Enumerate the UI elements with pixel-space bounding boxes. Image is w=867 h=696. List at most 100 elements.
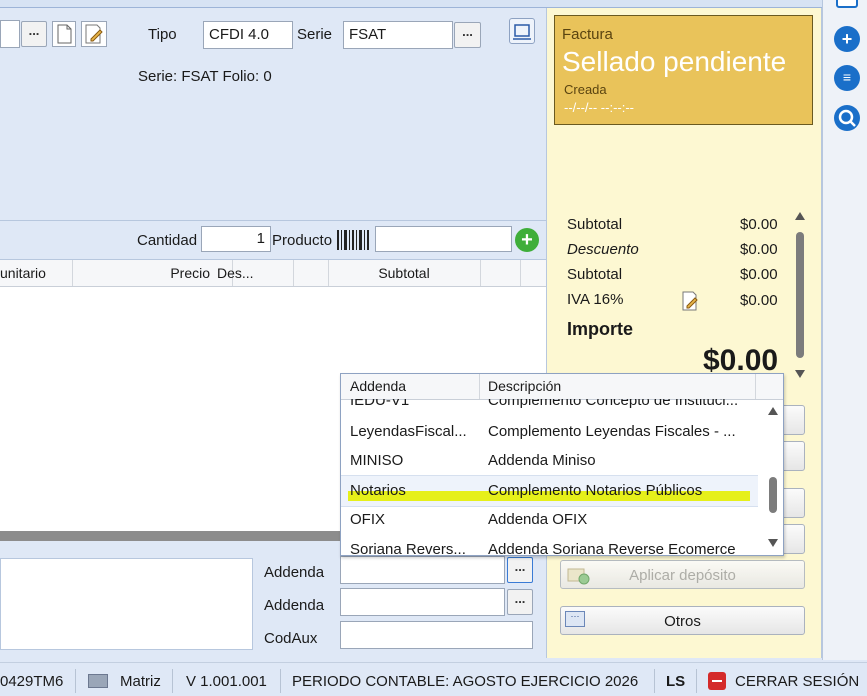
column-header-descuento[interactable]: Des... <box>210 260 294 286</box>
codaux-field[interactable] <box>340 621 533 649</box>
producto-field[interactable] <box>375 226 512 252</box>
addenda-field-2[interactable] <box>340 588 505 616</box>
status-substate: Creada <box>564 82 607 97</box>
invoice-status-card: Factura Sellado pendiente Creada --/--/-… <box>554 15 813 125</box>
barcode-icon[interactable] <box>336 229 372 251</box>
footer-separator <box>654 669 655 693</box>
client-lookup-button[interactable]: ... <box>21 21 47 47</box>
doc-type-label: Factura <box>562 26 613 43</box>
dropdown-scroll-thumb[interactable] <box>769 477 777 513</box>
totals-descuento-label: Descuento <box>567 241 639 258</box>
add-product-icon[interactable]: + <box>515 228 539 252</box>
addenda-name: OFIX <box>350 511 386 528</box>
addenda-description: Addenda Soriana Reverse Ecomerce <box>488 541 736 556</box>
addenda-dropdown[interactable]: Addenda Descripción IEDU-V1 Complemento C… <box>340 373 784 556</box>
totals-subtotal-value: $0.00 <box>740 216 778 233</box>
edit-tax-icon[interactable] <box>680 290 700 312</box>
footer-code: 0429TM6 <box>0 673 64 690</box>
addenda-name: Soriana Revers... <box>350 541 466 556</box>
footer-separator <box>172 669 173 693</box>
addenda-description: Addenda Miniso <box>488 452 596 469</box>
checkbox-icon[interactable] <box>836 0 858 8</box>
list-item[interactable]: MINISO Addenda Miniso <box>341 446 758 476</box>
footer-periodo: PERIODO CONTABLE: AGOSTO EJERCICIO 2026 <box>292 673 639 690</box>
computer-icon <box>88 674 108 688</box>
footer-user: LS <box>666 673 686 690</box>
dropdown-header: Addenda Descripción <box>341 374 783 400</box>
addenda-description: Addenda OFIX <box>488 511 588 528</box>
list-item[interactable]: OFIX Addenda OFIX <box>341 505 758 535</box>
cantidad-field[interactable]: 1 <box>201 226 271 252</box>
totals-subtotal2-value: $0.00 <box>740 266 778 283</box>
aplicar-deposito-label: Aplicar depósito <box>629 567 736 584</box>
column-header-extra[interactable] <box>480 260 521 286</box>
totals-scrollbar[interactable] <box>793 212 807 382</box>
producto-label: Producto <box>272 232 333 249</box>
cantidad-label: Cantidad <box>137 232 198 249</box>
dropdown-list: IEDU-V1 Complemento Concepto de Instituci… <box>341 399 783 556</box>
dropdown-scroll-down-icon[interactable] <box>768 539 778 547</box>
add-icon[interactable]: + <box>834 26 860 52</box>
logout-icon[interactable] <box>708 672 726 690</box>
importe-label: Importe <box>567 319 634 339</box>
totals-subtotal2-label: Subtotal <box>567 266 623 283</box>
addenda-description: Complemento Concepto de Instituci... <box>488 399 739 409</box>
serie-folio-text: Serie: FSAT Folio: 0 <box>138 68 272 85</box>
addenda-lookup-button-1[interactable]: ... <box>507 557 533 583</box>
addenda-name: MINISO <box>350 452 404 469</box>
right-toolbar <box>822 0 867 660</box>
totals-descuento-value: $0.00 <box>740 241 778 258</box>
column-header-subtotal[interactable]: Subtotal <box>328 260 481 286</box>
scroll-down-icon[interactable] <box>795 370 805 378</box>
aplicar-deposito-button[interactable]: Aplicar depósito <box>560 560 805 589</box>
dropdown-scrollbar[interactable] <box>766 403 780 553</box>
serie-field[interactable]: FSAT <box>343 21 453 49</box>
footer-branch: Matriz <box>120 673 161 690</box>
client-field[interactable] <box>0 20 20 48</box>
notes-textarea[interactable] <box>0 558 253 650</box>
grid-header: unitario Precio Des... Subtotal <box>0 260 546 287</box>
addenda-field-1[interactable] <box>340 556 505 584</box>
status-bar: 0429TM6 Matriz V 1.001.001 PERIODO CONTA… <box>0 662 867 696</box>
serie-lookup-button[interactable]: ... <box>454 22 481 48</box>
addenda-description: Complemento Notarios Públicos <box>488 482 703 499</box>
list-item[interactable]: Soriana Revers... Addenda Soriana Reverse… <box>341 535 758 556</box>
addenda-label-2: Addenda <box>264 597 325 614</box>
tipo-field[interactable]: CFDI 4.0 <box>203 21 293 49</box>
codaux-label: CodAux <box>264 630 318 647</box>
dropdown-col-addenda[interactable]: Addenda <box>341 374 480 399</box>
totals-iva-value: $0.00 <box>740 292 778 309</box>
otros-label: Otros <box>664 613 701 630</box>
addenda-label-1: Addenda <box>264 564 325 581</box>
dropdown-col-descripcion[interactable]: Descripción <box>480 374 756 399</box>
search-icon[interactable] <box>834 105 860 131</box>
serie-label: Serie <box>297 26 333 43</box>
status-title: Sellado pendiente <box>562 46 787 77</box>
expand-icon[interactable] <box>509 18 535 44</box>
list-item[interactable]: IEDU-V1 Complemento Concepto de Instituci… <box>341 399 758 416</box>
addenda-name: Notarios <box>350 482 406 499</box>
column-header-unitario[interactable]: unitario <box>0 260 73 286</box>
column-header-precio[interactable]: Precio <box>72 260 233 286</box>
footer-version: V 1.001.001 <box>186 673 267 690</box>
tipo-label: Tipo <box>148 26 177 43</box>
column-header-blank[interactable] <box>286 260 329 286</box>
scroll-up-icon[interactable] <box>795 212 805 220</box>
totals-subtotal-label: Subtotal <box>567 216 623 233</box>
edit-document-icon[interactable] <box>81 21 107 47</box>
addenda-name: LeyendasFiscal... <box>350 423 467 440</box>
top-band <box>0 0 822 8</box>
footer-separator <box>75 669 76 693</box>
logout-link[interactable]: CERRAR SESIÓN <box>735 673 859 690</box>
list-icon[interactable]: ≡ <box>834 65 860 91</box>
addenda-description: Complemento Leyendas Fiscales - ... <box>488 423 736 440</box>
list-item[interactable]: LeyendasFiscal... Complemento Leyendas Fi… <box>341 417 758 447</box>
dropdown-scroll-up-icon[interactable] <box>768 407 778 415</box>
otros-button[interactable]: ··· Otros <box>560 606 805 635</box>
scroll-thumb[interactable] <box>796 232 804 358</box>
footer-separator <box>280 669 281 693</box>
addenda-lookup-button-2[interactable]: ... <box>507 589 533 615</box>
footer-separator <box>696 669 697 693</box>
list-item-selected[interactable]: Notarios Complemento Notarios Públicos <box>341 475 758 507</box>
new-document-icon[interactable] <box>52 21 76 47</box>
